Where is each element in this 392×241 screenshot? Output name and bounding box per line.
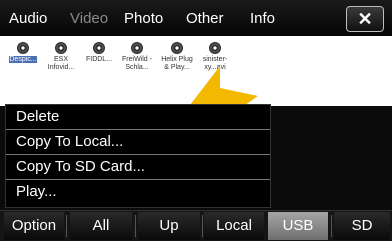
disc-icon [17, 42, 29, 54]
local-button[interactable]: Local [204, 212, 264, 240]
tab-other[interactable]: Other [186, 10, 224, 27]
option-button[interactable]: Option [4, 212, 64, 240]
file-name: FreiWild - Schla... [122, 56, 152, 71]
disc-icon [93, 42, 105, 54]
disc-icon [55, 42, 67, 54]
menu-item-copy-to-local[interactable]: Copy To Local... [6, 130, 270, 155]
usb-button[interactable]: USB [268, 212, 328, 240]
tab-photo[interactable]: Photo [124, 10, 163, 27]
tab-info[interactable]: Info [250, 10, 275, 27]
all-button[interactable]: All [70, 212, 132, 240]
menu-item-delete[interactable]: Delete [6, 105, 270, 130]
disc-icon [209, 42, 221, 54]
file-item[interactable]: ESX Infovid... [44, 40, 78, 72]
file-name: ESX Infovid... [47, 56, 75, 71]
media-tab-bar: Audio Video Photo Other Info ✕ [0, 0, 392, 36]
close-button[interactable]: ✕ [346, 6, 384, 32]
tab-audio[interactable]: Audio [9, 10, 47, 27]
divider [331, 215, 332, 237]
file-name: Despic... [9, 56, 37, 63]
disc-icon [131, 42, 143, 54]
divider [135, 215, 136, 237]
bottom-toolbar: Option All Up Local USB SD [0, 210, 392, 241]
divider [66, 215, 67, 237]
file-item[interactable]: Despic... [6, 40, 40, 64]
sd-button[interactable]: SD [334, 212, 390, 240]
tab-video[interactable]: Video [70, 10, 108, 27]
file-name: FIDDL... [85, 56, 113, 63]
context-menu: Delete Copy To Local... Copy To SD Card.… [5, 104, 271, 208]
menu-item-play[interactable]: Play... [6, 180, 270, 205]
divider [202, 215, 203, 237]
disc-icon [171, 42, 183, 54]
file-item[interactable]: FIDDL... [82, 40, 116, 64]
menu-item-copy-to-sd-card[interactable]: Copy To SD Card... [6, 155, 270, 180]
up-button[interactable]: Up [138, 212, 200, 240]
file-item[interactable]: FreiWild - Schla... [120, 40, 154, 72]
